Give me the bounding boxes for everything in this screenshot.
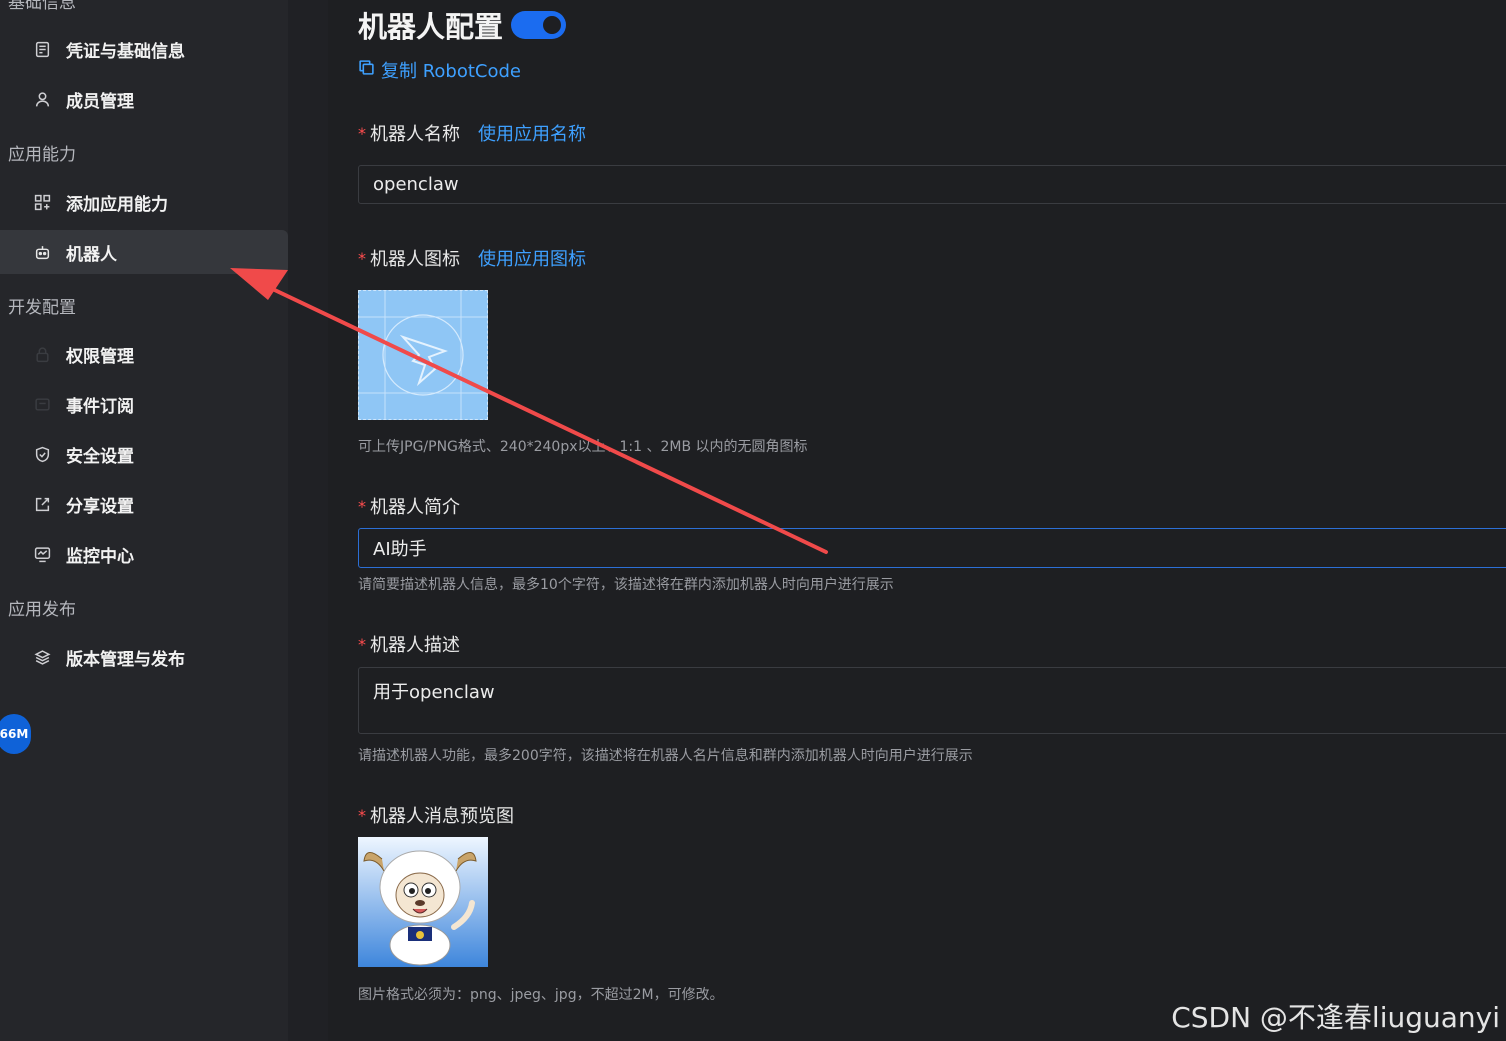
sidebar-item-label: 权限管理 (66, 346, 134, 367)
robot-intro-input[interactable] (358, 528, 1506, 568)
robot-icon-hint: 可上传JPG/PNG格式、240*240px以上、1:1 、2MB 以内的无圆角… (358, 439, 808, 455)
robot-icon-upload[interactable] (358, 290, 488, 420)
robot-enable-toggle[interactable] (511, 11, 567, 39)
copy-link-label: 复制 RobotCode (381, 61, 522, 82)
sidebar-item-share[interactable]: 分享设置 (0, 482, 288, 526)
sidebar-item-credentials[interactable]: 凭证与基础信息 (0, 27, 288, 71)
sidebar-item-permissions[interactable]: 权限管理 (0, 332, 288, 376)
sidebar: 基础信息 凭证与基础信息 成员管理 应用能力 添加应用能力 机器人 开发配置 权… (0, 0, 288, 1041)
layers-icon (34, 649, 51, 666)
robot-preview-label-row: * 机器人消息预览图 (358, 802, 514, 828)
required-mark: * (358, 123, 366, 143)
robot-preview-image[interactable] (358, 837, 488, 967)
robot-desc-label: 机器人描述 (370, 635, 460, 656)
section-title-dev: 开发配置 (8, 298, 76, 318)
sidebar-item-label: 机器人 (66, 244, 117, 265)
sidebar-item-events[interactable]: 事件订阅 (0, 382, 288, 426)
sidebar-item-robot[interactable]: 机器人 (0, 230, 288, 274)
robot-preview-label: 机器人消息预览图 (370, 806, 514, 827)
memory-badge[interactable]: 66M (0, 714, 31, 754)
toggle-knob (541, 14, 564, 36)
title-row: 机器人配置 (358, 4, 567, 46)
robot-icon (34, 244, 51, 261)
page-title: 机器人配置 (358, 10, 504, 44)
section-title-capability: 应用能力 (8, 145, 76, 165)
share-icon (34, 496, 51, 513)
sidebar-item-versions[interactable]: 版本管理与发布 (0, 635, 288, 679)
shield-icon (34, 446, 51, 463)
use-app-icon-link[interactable]: 使用应用图标 (478, 245, 586, 271)
section-title-basic: 基础信息 (8, 0, 76, 13)
sidebar-item-label: 监控中心 (66, 546, 134, 567)
robot-name-label-row: * 机器人名称 使用应用名称 (358, 120, 586, 146)
robot-desc-textarea[interactable]: 用于openclaw (358, 667, 1506, 734)
dingtalk-logo-icon (359, 291, 487, 419)
robot-icon-label-row: * 机器人图标 使用应用图标 (358, 245, 586, 271)
subscribe-icon (34, 396, 51, 413)
sidebar-item-label: 安全设置 (66, 446, 134, 467)
member-icon (34, 91, 51, 108)
credential-icon (34, 41, 51, 58)
sidebar-item-label: 添加应用能力 (66, 194, 168, 215)
sidebar-item-add-capability[interactable]: 添加应用能力 (0, 180, 288, 224)
robot-preview-hint: 图片格式必须为：png、jpeg、jpg，不超过2M，可修改。 (358, 987, 724, 1003)
required-mark: * (358, 248, 366, 268)
robot-intro-hint: 请简要描述机器人信息，最多10个字符，该描述将在群内添加机器人时向用户进行展示 (358, 577, 894, 593)
sidebar-item-label: 凭证与基础信息 (66, 41, 185, 62)
robot-config-panel: 机器人配置 复制 RobotCode * 机器人名称 使用应用名称 * 机器人图… (328, 0, 1506, 1041)
section-title-publish: 应用发布 (8, 600, 76, 620)
sidebar-item-label: 版本管理与发布 (66, 649, 185, 670)
copy-icon (358, 59, 381, 81)
sidebar-item-label: 成员管理 (66, 91, 134, 112)
robot-name-input[interactable] (358, 165, 1506, 204)
robot-intro-label-row: * 机器人简介 (358, 493, 460, 519)
lock-icon (34, 346, 51, 363)
sidebar-item-security[interactable]: 安全设置 (0, 432, 288, 476)
robot-intro-label: 机器人简介 (370, 497, 460, 518)
copy-robotcode-link[interactable]: 复制 RobotCode (358, 57, 521, 83)
sidebar-item-label: 分享设置 (66, 496, 134, 517)
csdn-watermark: CSDN @不逢春liuguanyi (1171, 1001, 1500, 1034)
sidebar-item-monitor[interactable]: 监控中心 (0, 532, 288, 576)
sidebar-item-label: 事件订阅 (66, 396, 134, 417)
required-mark: * (358, 805, 366, 825)
apps-grid-icon (34, 194, 51, 211)
use-app-name-link[interactable]: 使用应用名称 (478, 120, 586, 146)
robot-name-label: 机器人名称 (370, 124, 460, 145)
monitor-icon (34, 546, 51, 563)
required-mark: * (358, 496, 366, 516)
robot-desc-label-row: * 机器人描述 (358, 631, 460, 657)
robot-icon-label: 机器人图标 (370, 249, 460, 270)
required-mark: * (358, 634, 366, 654)
sidebar-gutter (288, 0, 328, 1041)
robot-desc-hint: 请描述机器人功能，最多200字符，该描述将在机器人名片信息和群内添加机器人时向用… (358, 748, 973, 764)
sheep-cartoon-icon (363, 850, 477, 966)
sidebar-item-members[interactable]: 成员管理 (0, 77, 288, 121)
